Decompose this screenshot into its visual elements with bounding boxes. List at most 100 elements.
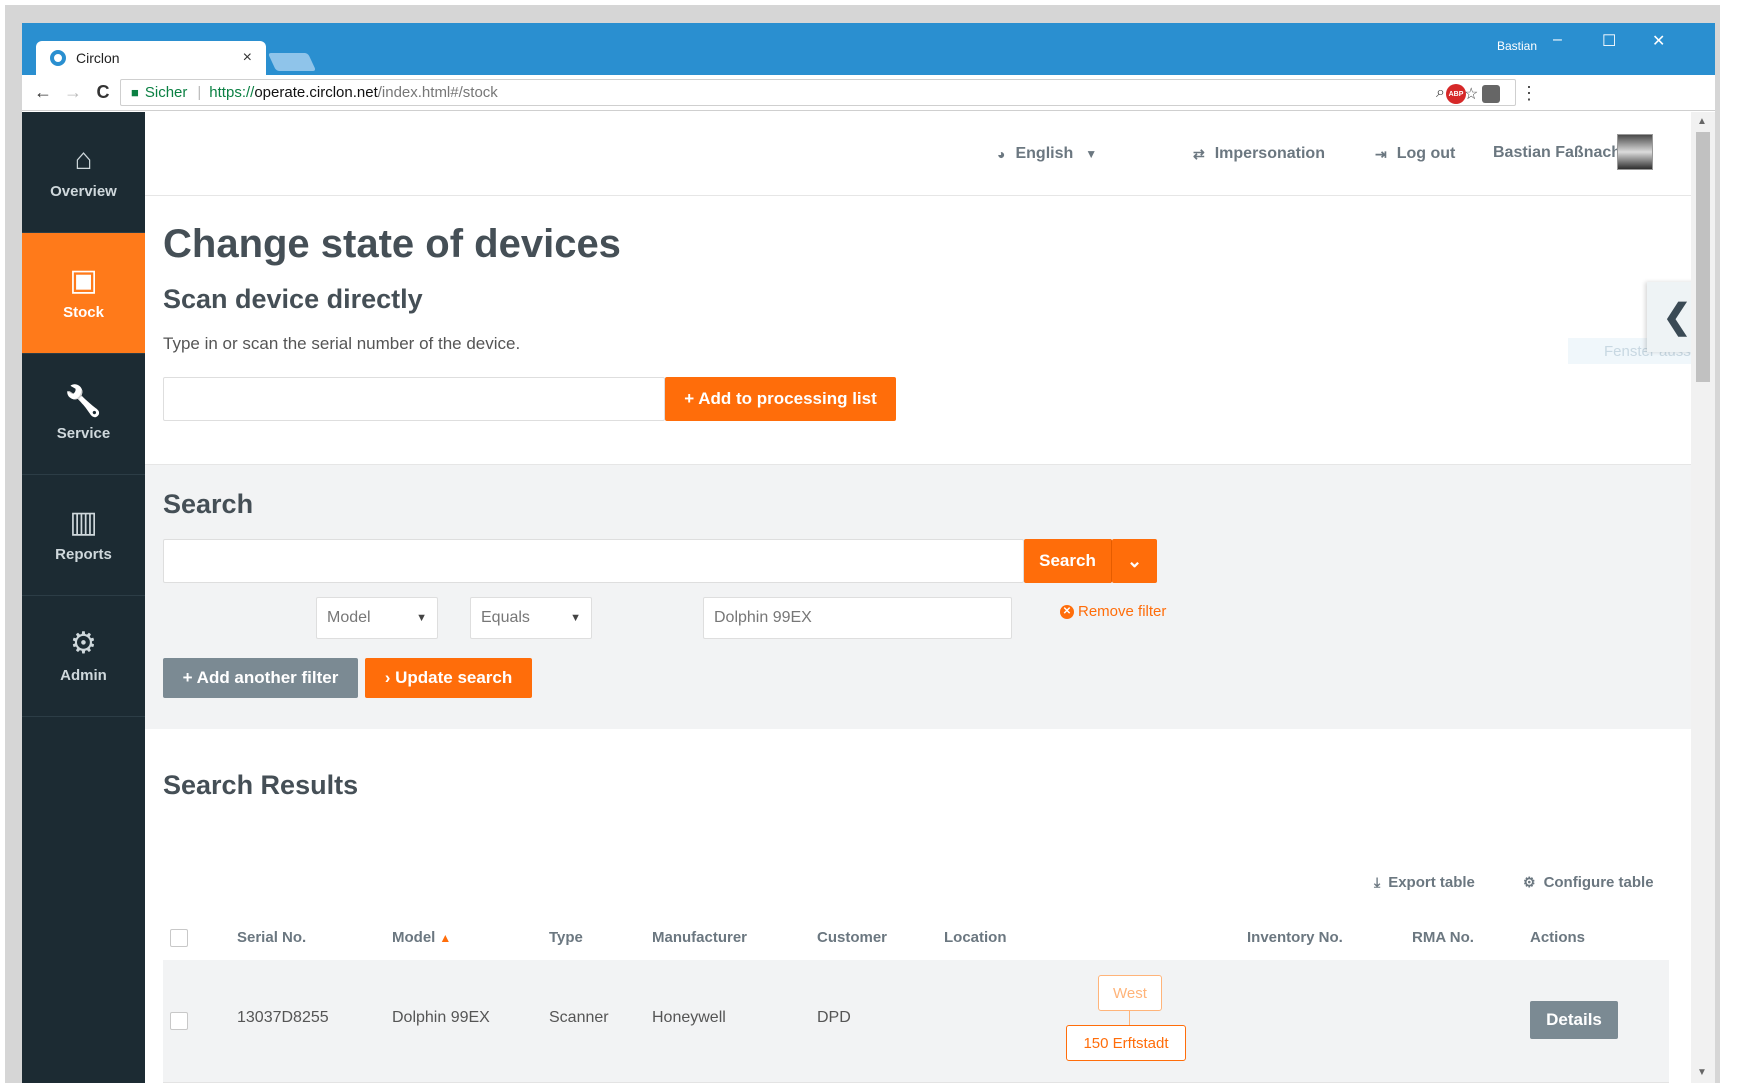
impersonation-link[interactable]: ⇄ Impersonation [1193, 145, 1325, 163]
select-all-checkbox[interactable] [170, 929, 188, 947]
location-parent-tag[interactable]: West [1098, 975, 1162, 1011]
language-label: English [1015, 145, 1074, 162]
user-name: Bastian Faßnacht [1493, 144, 1627, 161]
sidebar-item-label: Service [56, 424, 111, 442]
column-header-type[interactable]: Type [549, 929, 583, 946]
browser-tab[interactable]: Circlon × [36, 41, 266, 75]
scroll-up-icon[interactable]: ▲ [1697, 116, 1707, 127]
zoom-icon[interactable]: ⌕ [1436, 84, 1445, 102]
window-close-icon[interactable]: ✕ [1652, 31, 1665, 51]
scroll-thumb[interactable] [1696, 132, 1710, 382]
address-bar: ← → C ■ Sicher | https:// operate.circlo… [22, 75, 1715, 111]
page-title: Change state of devices [163, 222, 621, 266]
sidebar-item-admin[interactable]: ⚙ Admin [22, 596, 145, 717]
column-header-model[interactable]: Model ▲ [392, 929, 451, 946]
page-scrollbar[interactable]: ▲ ▼ [1691, 112, 1715, 1083]
caret-down-icon: ▼ [570, 612, 581, 624]
avatar[interactable] [1617, 134, 1653, 170]
sidebar-item-label: Reports [55, 545, 112, 563]
table-header: Serial No. Model ▲ Type Manufacturer Cust… [163, 915, 1669, 960]
secure-label: Sicher [144, 84, 188, 101]
column-header-customer[interactable]: Customer [817, 929, 887, 946]
filter-field-select[interactable]: Model ▼ [316, 597, 438, 639]
configure-table-link[interactable]: ⚙ Configure table [1523, 874, 1654, 891]
column-header-model-label: Model [392, 929, 436, 946]
sidebar-item-label: Admin [60, 666, 107, 684]
column-header-serial[interactable]: Serial No. [237, 929, 306, 946]
wrench-icon: 🔧 [64, 384, 103, 418]
reload-icon[interactable]: C [88, 82, 118, 103]
logout-icon: ⇥ [1375, 145, 1387, 162]
configure-table-label: Configure table [1543, 874, 1654, 891]
circlon-favicon-icon [50, 50, 66, 66]
export-table-label: Export table [1388, 874, 1475, 891]
url-host: operate.circlon.net [254, 84, 378, 101]
tab-title: Circlon [76, 50, 120, 66]
url-field[interactable]: ■ Sicher | https:// operate.circlon.net … [120, 79, 1516, 106]
cell-serial: 13037D8255 [237, 1009, 329, 1026]
location-tag[interactable]: 150 Erftstadt [1066, 1025, 1186, 1061]
scroll-down-icon[interactable]: ▼ [1697, 1067, 1707, 1078]
user-menu[interactable]: Bastian Faßnacht [1493, 144, 1626, 162]
bookmark-star-icon[interactable]: ☆ [1464, 84, 1478, 104]
sidebar-item-service[interactable]: 🔧 Service [22, 354, 145, 475]
remove-filter-label: Remove filter [1078, 603, 1167, 620]
update-search-button[interactable]: › Update search [365, 658, 532, 698]
browser-window: Circlon × Bastian – ☐ ✕ ← → C ■ Sicher |… [22, 23, 1715, 1083]
globe-icon: ◕ [997, 146, 1006, 162]
filter-operator-select[interactable]: Equals ▼ [470, 597, 592, 639]
maximize-icon[interactable]: ☐ [1602, 31, 1616, 51]
details-button[interactable]: Details [1530, 1001, 1618, 1039]
column-header-inventory[interactable]: Inventory No. [1247, 929, 1343, 946]
url-path: /index.html#/stock [377, 84, 498, 101]
search-button[interactable]: Search [1024, 539, 1112, 583]
filter-value-input[interactable]: Dolphin 99EX [703, 597, 1012, 639]
lock-icon: ■ [131, 85, 139, 100]
gear-icon: ⚙ [1523, 874, 1536, 890]
sidebar-item-overview[interactable]: ⌂ Overview [22, 112, 145, 233]
logout-label: Log out [1396, 145, 1456, 162]
cell-customer: DPD [817, 1009, 851, 1026]
logout-link[interactable]: ⇥ Log out [1375, 145, 1455, 163]
search-title: Search [163, 489, 254, 519]
adblock-extension-icon[interactable]: ABP [1446, 84, 1466, 104]
sidebar: ⌂ Overview ▣ Stock 🔧 Service ▥ Reports ⚙ [22, 112, 145, 1083]
new-tab-button[interactable] [267, 53, 317, 71]
column-header-actions: Actions [1530, 929, 1586, 946]
top-bar: ◕ English ▼ ⇄ Impersonation ⇥ Log out Ba… [145, 112, 1691, 196]
tab-close-icon[interactable]: × [243, 49, 252, 67]
title-bar: Circlon × Bastian – ☐ ✕ [22, 23, 1715, 75]
forward-icon[interactable]: → [58, 82, 88, 103]
add-another-filter-button[interactable]: + Add another filter [163, 658, 358, 698]
window-user-name: Bastian [1497, 39, 1538, 53]
column-header-location[interactable]: Location [944, 929, 1007, 946]
row-checkbox[interactable] [170, 1012, 188, 1030]
clipboard-icon: ▣ [69, 263, 98, 297]
table-row: 13037D8255 Dolphin 99EX Scanner Honeywel… [163, 960, 1669, 1083]
chevron-down-icon: ▼ [1085, 147, 1098, 161]
add-to-processing-list-button[interactable]: + Add to processing list [665, 377, 896, 421]
remove-circle-icon: ✕ [1060, 604, 1074, 619]
extension-icon[interactable] [1482, 85, 1500, 103]
remove-filter-link[interactable]: ✕ Remove filter [1060, 603, 1166, 620]
serial-number-input[interactable] [163, 377, 665, 421]
sort-ascending-icon: ▲ [439, 931, 452, 945]
swap-icon: ⇄ [1193, 145, 1205, 162]
column-header-manufacturer[interactable]: Manufacturer [652, 929, 747, 946]
export-table-link[interactable]: ⤓ Export table [1374, 874, 1475, 891]
browser-menu-icon[interactable]: ⋮ [1520, 83, 1538, 104]
download-icon: ⤓ [1374, 874, 1381, 890]
back-icon[interactable]: ← [28, 82, 58, 103]
url-scheme: https:// [209, 84, 255, 101]
search-section: Search Search ⌄ Model ▼ Equals ▼ Dolphin… [145, 464, 1691, 729]
sidebar-item-reports[interactable]: ▥ Reports [22, 475, 145, 596]
minimize-icon[interactable]: – [1553, 31, 1562, 49]
web-page: ⌂ Overview ▣ Stock 🔧 Service ▥ Reports ⚙ [22, 112, 1715, 1083]
main-content: ◕ English ▼ ⇄ Impersonation ⇥ Log out Ba… [145, 112, 1708, 1083]
column-header-rma[interactable]: RMA No. [1412, 929, 1474, 946]
sidebar-item-stock[interactable]: ▣ Stock [22, 233, 145, 354]
home-icon: ⌂ [74, 142, 93, 176]
search-input[interactable] [163, 539, 1024, 583]
search-options-dropdown[interactable]: ⌄ [1112, 539, 1157, 583]
language-selector[interactable]: ◕ English ▼ [997, 145, 1097, 163]
